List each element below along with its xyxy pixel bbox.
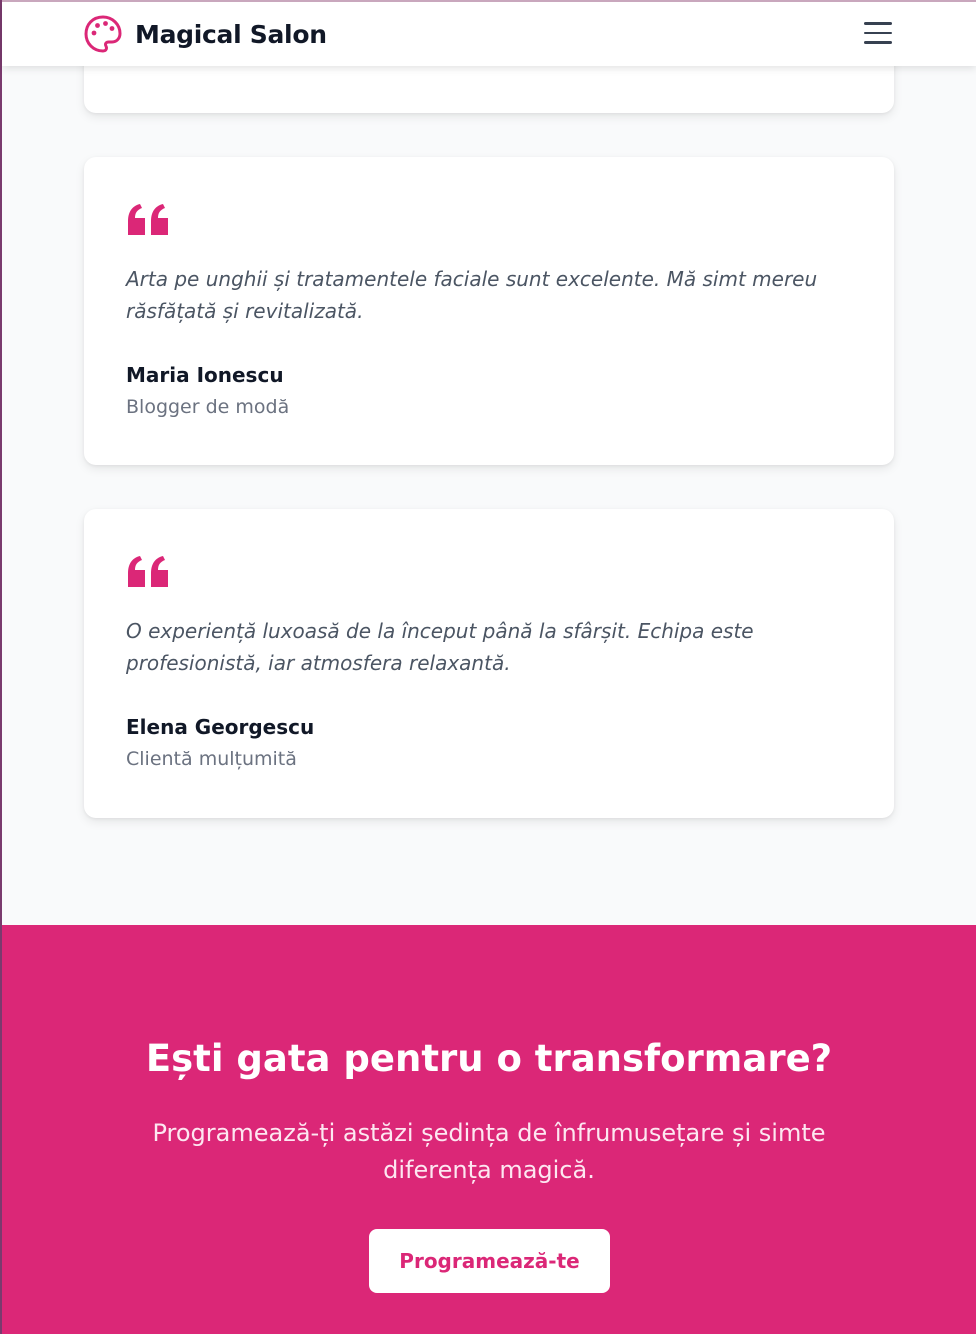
palette-icon [84,15,122,53]
testimonial-card: Arta pe unghii și tratamentele faciale s… [84,157,894,465]
cta-title: Ești gata pentru o transformare? [145,1037,833,1080]
book-appointment-button[interactable]: Programează-te [369,1229,610,1293]
cta-subtitle: Programează-ți astăzi ședința de înfrumu… [152,1119,826,1184]
testimonial-author: Elena Georgescu [126,715,315,739]
testimonial-quote: O experiență luxoasă de la început până … [126,619,754,675]
testimonial-role: Blogger de modă [126,396,290,418]
top-navbar: Magical Salon [2,0,976,66]
testimonial-author: Maria Ionescu [126,363,284,387]
quote-icon [128,556,168,587]
hamburger-menu-icon[interactable] [864,22,892,48]
quote-icon [128,204,168,235]
testimonial-quote: Arta pe unghii și tratamentele faciale s… [126,267,818,323]
testimonial-card: O experiență luxoasă de la început până … [84,509,894,818]
cta-section: Ești gata pentru o transformare? Program… [2,925,976,1334]
testimonial-role: Clientă mulțumită [126,748,297,770]
brand-name: Magical Salon [135,19,327,49]
brand-logo[interactable]: Magical Salon [83,14,327,54]
